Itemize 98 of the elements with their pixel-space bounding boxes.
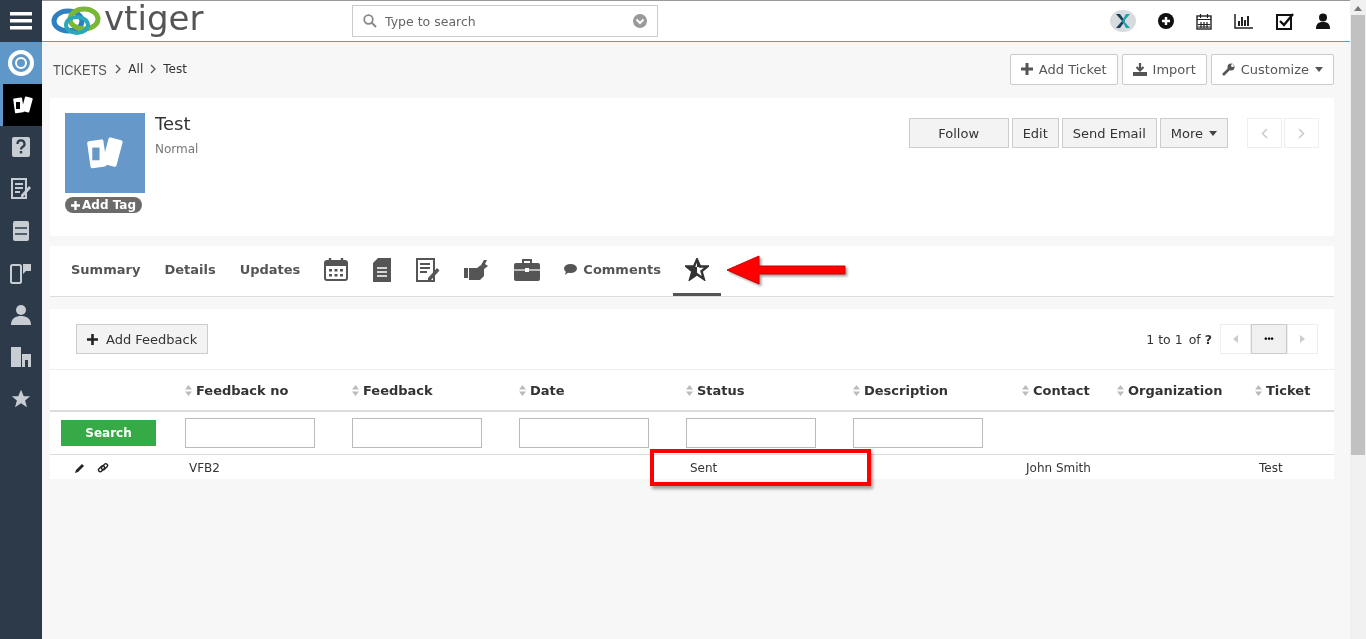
record-action-button[interactable]: Follow (908, 118, 1009, 148)
bar-chart-icon[interactable] (1234, 13, 1254, 29)
breadcrumb-link[interactable]: Test (163, 62, 187, 76)
add-icon[interactable] (1158, 13, 1174, 29)
header-action-button[interactable]: Import (1121, 53, 1207, 85)
building-icon (10, 346, 32, 368)
filter-input[interactable] (686, 418, 816, 448)
scrollbar-thumb[interactable] (1351, 15, 1365, 455)
scroll-up-icon[interactable] (1354, 6, 1362, 11)
total-count: of ? (1188, 331, 1212, 347)
column-title: Organization (1128, 382, 1223, 398)
sort-icon (686, 384, 693, 396)
ticket-icon (65, 113, 145, 193)
star-icon (684, 258, 709, 281)
chevron-right-icon (149, 64, 158, 74)
table-cell: John Smith (1026, 461, 1091, 475)
record-title: Test (155, 113, 192, 134)
column-header[interactable]: Description (853, 382, 1022, 398)
download-icon (1132, 62, 1147, 76)
sort-icon (519, 384, 526, 396)
document-icon (372, 257, 393, 282)
column-title: Feedback no (196, 382, 289, 398)
plus-icon (71, 200, 80, 210)
chevron-right-icon (1298, 127, 1305, 139)
cabinet-icon (12, 220, 30, 242)
column-title: Ticket (1266, 382, 1311, 398)
caret-right-icon (1300, 335, 1305, 343)
more-pages-button[interactable]: ••• (1251, 324, 1287, 354)
header-action-button[interactable]: Add Ticket (1009, 53, 1118, 85)
search-field[interactable]: Type to search (352, 5, 658, 37)
sort-icon (1022, 384, 1029, 396)
sort-icon (853, 384, 860, 396)
column-header[interactable]: Contact (1022, 382, 1117, 398)
filter-input[interactable] (352, 418, 482, 448)
caret-icon (1209, 130, 1217, 136)
tab[interactable]: Updates (227, 246, 313, 296)
page-range: 1 to 1 (1146, 331, 1183, 347)
ticket-icon (11, 94, 34, 116)
column-header[interactable]: Organization (1117, 382, 1255, 398)
tab[interactable]: Details (152, 246, 228, 296)
vtiger-logo[interactable]: vtiger (50, 3, 352, 39)
table-cell: Test (1259, 461, 1283, 475)
speech-bubble-icon (564, 264, 578, 275)
x-logo-icon[interactable] (1110, 10, 1136, 32)
filter-input[interactable] (853, 418, 983, 448)
question-book-icon (11, 136, 31, 158)
sidebar-item[interactable] (0, 84, 42, 126)
column-header[interactable]: Status (686, 382, 853, 398)
tab[interactable]: Comments (552, 246, 673, 296)
column-title: Feedback (363, 382, 433, 398)
lifebuoy-icon (8, 50, 34, 76)
caret-icon (1315, 66, 1323, 72)
sort-icon (1255, 384, 1262, 396)
person-icon (10, 304, 32, 326)
add-feedback-button[interactable]: Add Feedback (76, 324, 209, 354)
record-action-button[interactable]: More (1159, 118, 1228, 148)
user-icon[interactable] (1316, 13, 1330, 29)
table-cell: Sent (690, 461, 718, 475)
table-cell: VFB2 (189, 461, 220, 475)
add-tag-button[interactable]: Add Tag (65, 197, 142, 213)
column-title: Status (697, 382, 745, 398)
column-title: Contact (1033, 382, 1090, 398)
sort-icon (1117, 384, 1124, 396)
column-header[interactable]: Feedback (352, 382, 519, 398)
plus-icon (87, 333, 98, 345)
breadcrumb-link[interactable]: TICKETS (53, 60, 107, 78)
plus-icon (1020, 63, 1033, 75)
pencil-icon[interactable] (75, 463, 85, 473)
breadcrumb-link[interactable]: All (128, 62, 144, 76)
sort-icon (352, 384, 359, 396)
briefcase-icon (514, 258, 541, 281)
star-icon (10, 388, 32, 410)
phone-chat-icon (10, 262, 32, 284)
record-action-button[interactable]: Send Email (1061, 118, 1157, 148)
record-priority: Normal (155, 142, 199, 156)
sort-icon (185, 384, 192, 396)
calendar-icon[interactable] (1196, 12, 1212, 30)
tab[interactable]: Summary (59, 246, 153, 296)
link-icon[interactable] (97, 462, 109, 474)
column-header[interactable]: Feedback no (185, 382, 352, 398)
column-title: Description (864, 382, 949, 398)
caret-left-icon (1233, 335, 1238, 343)
calendar-icon (324, 258, 349, 281)
chevron-left-icon (1261, 127, 1268, 139)
form-pencil-icon (11, 178, 31, 200)
filter-input[interactable] (185, 418, 315, 448)
filter-input[interactable] (519, 418, 649, 448)
wrench-icon (1221, 62, 1235, 76)
header-action-button[interactable]: Customize (1210, 53, 1334, 85)
dropdown-icon[interactable] (633, 14, 647, 28)
search-icon (363, 14, 377, 28)
column-title: Date (530, 382, 565, 398)
checkbox-icon[interactable] (1276, 12, 1294, 30)
column-header[interactable]: Date (519, 382, 686, 398)
record-action-button[interactable]: Edit (1011, 118, 1059, 148)
note-pencil-icon (416, 257, 441, 282)
column-header[interactable]: Ticket (1255, 382, 1334, 398)
chevron-right-icon (114, 64, 123, 74)
